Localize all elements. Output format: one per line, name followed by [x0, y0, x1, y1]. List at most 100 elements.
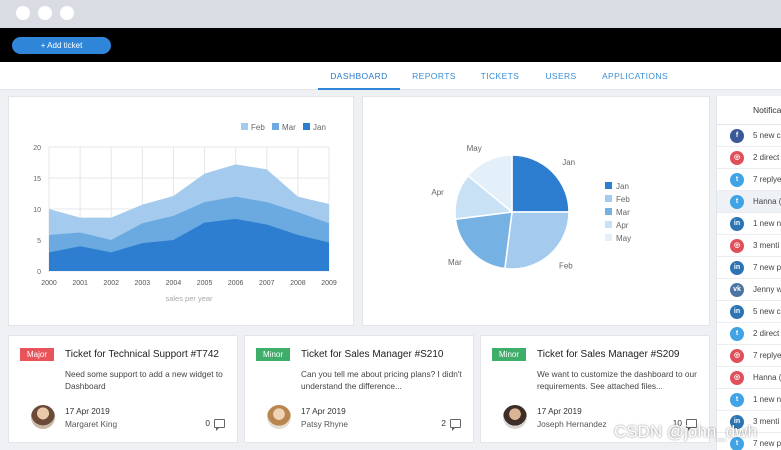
pie-label-jan: Jan — [562, 158, 575, 167]
priority-badge: Major — [20, 348, 55, 361]
pie-label-apr: Apr — [431, 188, 444, 197]
notification-item[interactable]: ◎ 3 menti — [717, 235, 781, 257]
notification-item[interactable]: t Hanna ( — [717, 191, 781, 213]
twitter-icon: t — [730, 393, 744, 407]
y-tick-label: 10 — [33, 207, 41, 214]
y-tick-label: 20 — [33, 145, 41, 152]
instagram-icon: ◎ — [730, 151, 744, 165]
tab-users[interactable]: USERS — [534, 62, 588, 90]
avatar — [503, 405, 527, 429]
legend-swatch-mar — [272, 123, 279, 130]
notification-text: 1 new n — [753, 219, 781, 228]
ticket-card[interactable]: Minor Ticket for Sales Manager #S210 Can… — [244, 335, 474, 443]
tab-applications[interactable]: APPLICATIONS — [594, 62, 676, 90]
x-tick-label: 2002 — [103, 280, 119, 287]
ticket-description: We want to customize the dashboard to ou… — [537, 369, 697, 391]
window-dot-icon[interactable] — [38, 6, 52, 20]
comment-count[interactable]: 0 — [205, 418, 225, 431]
notification-text: 2 direct — [753, 329, 780, 338]
instagram-icon: ◎ — [730, 371, 744, 385]
avatar — [31, 405, 55, 429]
comment-count[interactable]: 2 — [441, 418, 461, 431]
notification-text: 7 new p — [753, 263, 781, 272]
ticket-date: 17 Apr 2019 — [301, 406, 346, 416]
notification-item[interactable]: ◎ Hanna ( — [717, 367, 781, 389]
add-ticket-button[interactable]: + Add ticket — [12, 37, 111, 54]
instagram-icon: ◎ — [730, 349, 744, 363]
notification-item[interactable]: t 2 direct — [717, 323, 781, 345]
avatar — [267, 405, 291, 429]
legend-label-may: May — [616, 234, 631, 243]
legend-label-mar: Mar — [282, 123, 296, 132]
pie-slice-mar — [454, 211, 513, 270]
pie-label-mar: Mar — [448, 258, 462, 267]
notification-item[interactable]: ◎ 7 replye — [717, 345, 781, 367]
y-tick-label: 15 — [33, 176, 41, 183]
legend-swatch-apr — [605, 221, 612, 228]
ticket-card[interactable]: Major Ticket for Technical Support #T742… — [8, 335, 238, 443]
x-tick-label: 2008 — [290, 280, 306, 287]
notification-item[interactable]: t 1 new n — [717, 389, 781, 411]
x-tick-label: 2001 — [72, 280, 88, 287]
legend-swatch-jan — [303, 123, 310, 130]
notifications-title: Notifica — [717, 96, 781, 125]
x-tick-label: 2005 — [197, 280, 213, 287]
facebook-icon: f — [730, 129, 744, 143]
notification-item[interactable]: t 7 replye — [717, 169, 781, 191]
tab-tickets[interactable]: TICKETS — [470, 62, 530, 90]
pie-chart: Jan Feb Mar Apr May Jan Feb Mar Apr May — [431, 144, 631, 271]
x-tick-label: 2003 — [135, 280, 151, 287]
x-tick-label: 2004 — [166, 280, 182, 287]
notification-text: Hanna ( — [753, 197, 781, 206]
notification-item[interactable]: vk Jenny w — [717, 279, 781, 301]
ticket-title[interactable]: Ticket for Technical Support #T742 — [65, 349, 219, 360]
window-title-bar — [0, 0, 781, 28]
linkedin-icon: in — [730, 305, 744, 319]
notification-item[interactable]: f 5 new c — [717, 125, 781, 147]
area-chart-card: 0 5 10 15 20 2000 2001 2002 2003 2004 2005 2006 2007… — [8, 96, 354, 326]
window-dot-icon[interactable] — [16, 6, 30, 20]
legend-label-apr: Apr — [616, 221, 629, 230]
twitter-icon: t — [730, 173, 744, 187]
twitter-icon: t — [730, 195, 744, 209]
notification-text: Jenny w — [753, 285, 781, 294]
vk-icon: vk — [730, 283, 744, 297]
legend-label-jan: Jan — [616, 182, 629, 191]
instagram-icon: ◎ — [730, 239, 744, 253]
tab-reports[interactable]: REPORTS — [404, 62, 464, 90]
tab-dashboard[interactable]: DASHBOARD — [318, 62, 400, 90]
notification-item[interactable]: in 7 new p — [717, 257, 781, 279]
ticket-author: Joseph Hernandez — [537, 419, 607, 429]
ticket-title[interactable]: Ticket for Sales Manager #S210 — [301, 349, 443, 360]
legend-label-jan: Jan — [313, 123, 326, 132]
notification-item[interactable]: ◎ 2 direct — [717, 147, 781, 169]
legend-swatch-feb — [605, 195, 612, 202]
x-tick-label: 2006 — [228, 280, 244, 287]
priority-badge: Minor — [492, 348, 527, 361]
y-tick-label: 0 — [37, 269, 41, 276]
ticket-title[interactable]: Ticket for Sales Manager #S209 — [537, 349, 679, 360]
ticket-description: Can you tell me about pricing plans? I d… — [301, 369, 462, 391]
notification-item[interactable]: in 1 new n — [717, 213, 781, 235]
comment-count-value: 0 — [205, 418, 210, 428]
pie-label-feb: Feb — [559, 261, 573, 270]
legend-label-feb: Feb — [616, 195, 630, 204]
pie-chart-card: Jan Feb Mar Apr May Jan Feb Mar Apr May — [362, 96, 710, 326]
notification-text: 7 new p — [753, 439, 781, 448]
comment-icon — [450, 418, 461, 431]
legend-swatch-mar — [605, 208, 612, 215]
y-tick-label: 5 — [37, 238, 41, 245]
notification-text: Hanna ( — [753, 373, 781, 382]
legend-label-feb: Feb — [251, 123, 265, 132]
notification-item[interactable]: in 5 new c — [717, 301, 781, 323]
notifications-list: f 5 new c ◎ 2 direct t 7 replye t Hanna (in 1 ne… — [717, 125, 781, 450]
top-toolbar: + Add ticket — [0, 28, 781, 62]
notification-text: 7 replye — [753, 351, 781, 360]
window-dot-icon[interactable] — [60, 6, 74, 20]
pie-slice-jan — [511, 154, 570, 213]
main-nav: DASHBOARD REPORTS TICKETS USERS APPLICAT… — [0, 62, 781, 90]
linkedin-icon: in — [730, 217, 744, 231]
pie-label-may: May — [467, 144, 482, 153]
notification-text: 7 replye — [753, 175, 781, 184]
notification-text: 3 menti — [753, 241, 780, 250]
